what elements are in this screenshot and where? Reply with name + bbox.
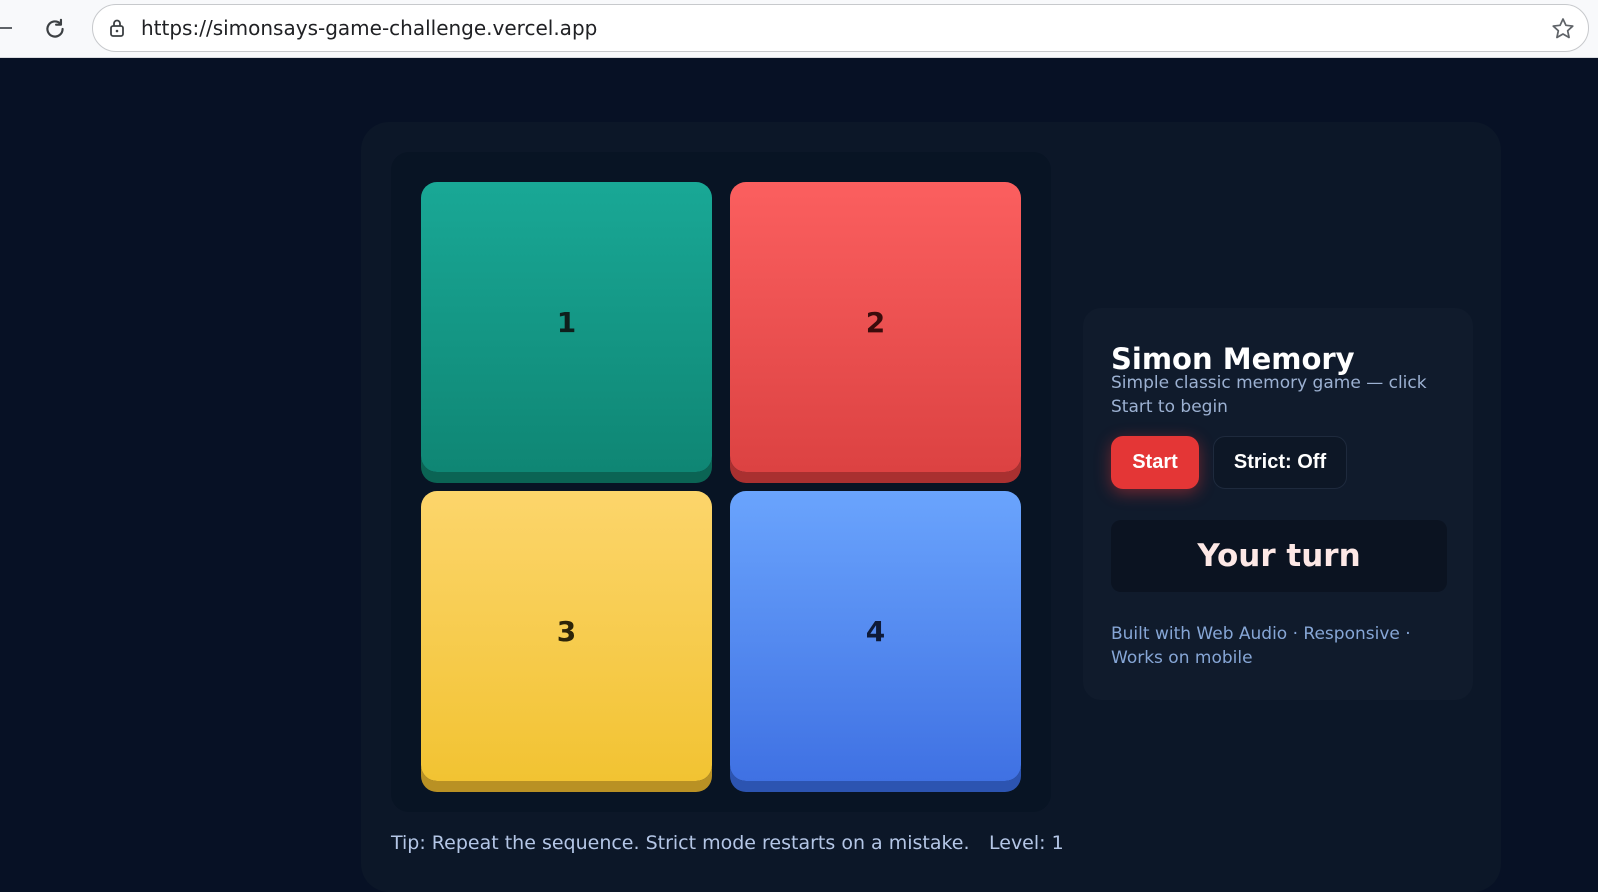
strict-toggle-button[interactable]: Strict: Off bbox=[1213, 436, 1347, 489]
bookmark-star-icon[interactable] bbox=[1550, 16, 1576, 42]
reload-icon[interactable] bbox=[40, 14, 70, 44]
pad-blue[interactable]: 4 bbox=[730, 491, 1021, 781]
game-subtitle: Simple classic memory game — click Start… bbox=[1111, 373, 1427, 417]
browser-toolbar: https://simonsays-game-challenge.vercel.… bbox=[0, 0, 1598, 58]
pad-yellow[interactable]: 3 bbox=[421, 491, 712, 781]
pad-label: 3 bbox=[556, 614, 577, 648]
address-bar[interactable]: https://simonsays-game-challenge.vercel.… bbox=[92, 4, 1589, 52]
tip-text: Tip: Repeat the sequence. Strict mode re… bbox=[391, 832, 970, 854]
pad-red[interactable]: 2 bbox=[730, 182, 1021, 472]
game-board: 1 2 3 4 bbox=[391, 152, 1051, 812]
pad-label: 1 bbox=[556, 305, 577, 339]
control-panel: Simon Memory Simple classic memory game … bbox=[1083, 308, 1473, 700]
pad-label: 2 bbox=[865, 305, 886, 339]
site-info-icon[interactable] bbox=[107, 18, 127, 38]
pad-label: 4 bbox=[865, 614, 886, 648]
level-indicator: Level: 1 bbox=[989, 832, 1064, 854]
start-button[interactable]: Start bbox=[1111, 436, 1199, 489]
credits-text: Built with Web Audio · Responsive · Work… bbox=[1111, 624, 1411, 668]
status-text: Your turn bbox=[1197, 538, 1361, 574]
back-arrow-icon[interactable] bbox=[0, 20, 14, 36]
url-text[interactable]: https://simonsays-game-challenge.vercel.… bbox=[141, 16, 597, 40]
status-display: Your turn bbox=[1111, 520, 1447, 592]
pad-green[interactable]: 1 bbox=[421, 182, 712, 472]
game-card: 1 2 3 4 Tip: Repeat the sequence. Strict… bbox=[361, 122, 1501, 892]
